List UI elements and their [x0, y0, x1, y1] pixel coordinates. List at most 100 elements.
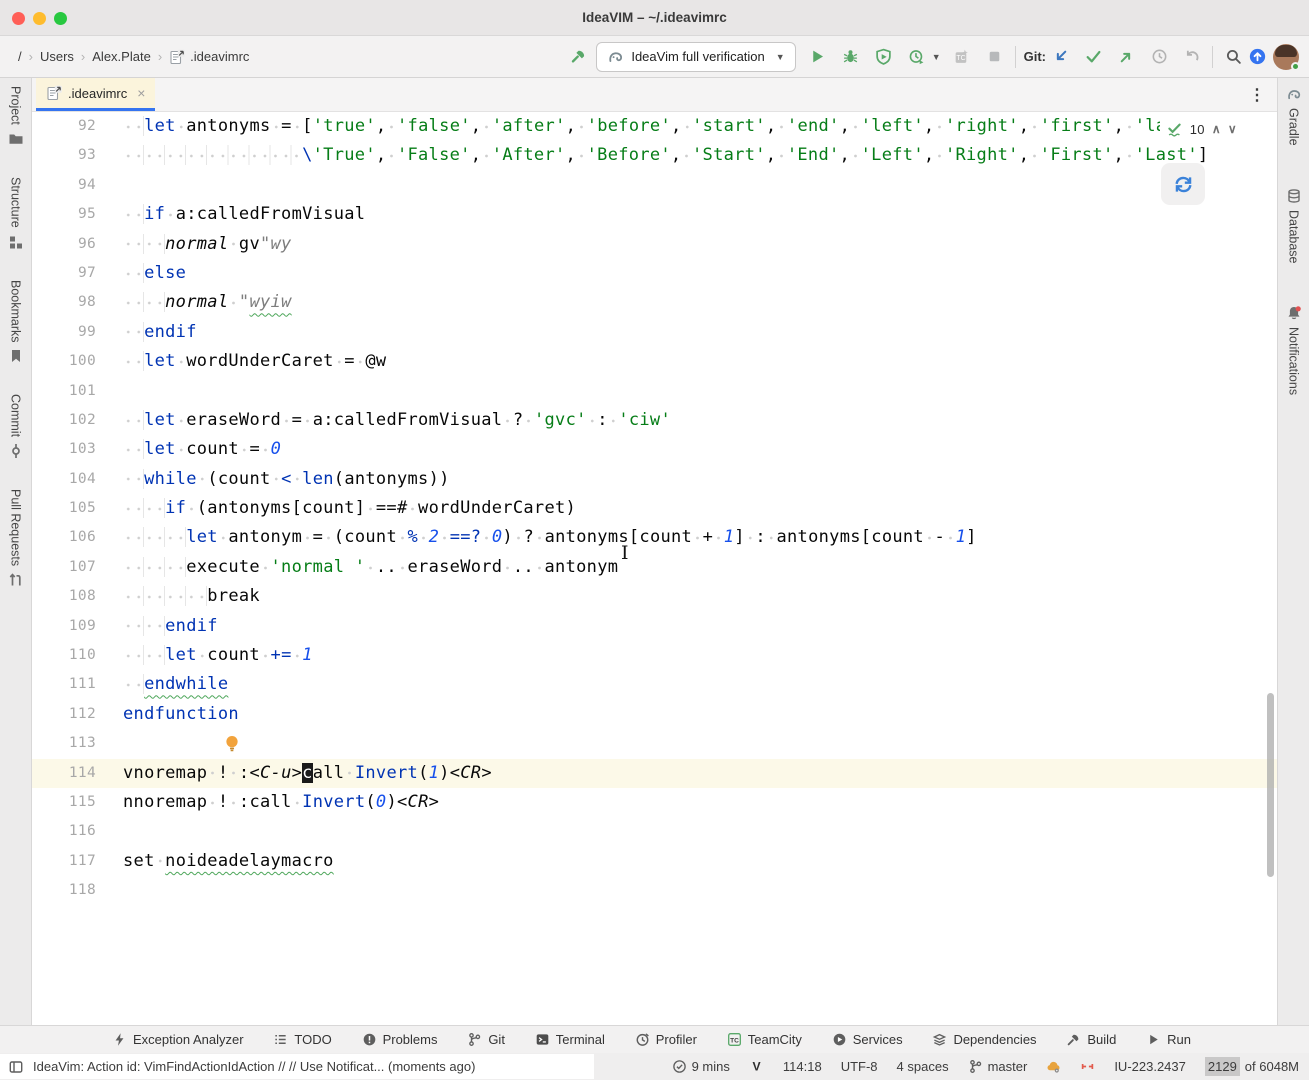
tool-window-button-todo[interactable]: TODO — [273, 1032, 332, 1047]
tool-stripe-button-database[interactable]: Database — [1286, 188, 1302, 263]
status-item-cloud-sync-icon[interactable] — [1046, 1059, 1061, 1074]
line-number[interactable]: 93 — [32, 141, 96, 170]
line-number[interactable]: 98 — [32, 288, 96, 317]
code-line[interactable]: 102 let eraseWord = a:calledFromVisual ?… — [32, 406, 1277, 435]
zoom-window-button[interactable] — [54, 11, 67, 25]
line-number[interactable]: 108 — [32, 582, 96, 611]
status-message-area[interactable]: IdeaVim: Action id: VimFindActionIdActio… — [0, 1054, 594, 1079]
line-number[interactable]: 110 — [32, 641, 96, 670]
code-line[interactable]: 107 execute 'normal ' .. eraseWord .. an… — [32, 553, 1277, 582]
profile-button[interactable] — [905, 45, 929, 69]
code-line[interactable]: 96 normal gv"wy — [32, 230, 1277, 259]
tool-window-button-exception-analyzer[interactable]: Exception Analyzer — [112, 1032, 244, 1047]
close-window-button[interactable] — [12, 11, 25, 25]
code-line[interactable]: 100 let wordUnderCaret = @w — [32, 347, 1277, 376]
line-number[interactable]: 100 — [32, 347, 96, 376]
code-line[interactable]: 98 normal "wyiw — [32, 288, 1277, 317]
tool-stripe-button-gradle[interactable]: Gradle — [1286, 86, 1302, 146]
next-problem-chevron-icon[interactable]: ∨ — [1228, 122, 1237, 136]
tool-window-button-teamcity[interactable]: TC TeamCity — [727, 1032, 802, 1047]
code-line[interactable]: 117 set noideadelaymacro — [32, 847, 1277, 876]
breadcrumb-item[interactable]: .ideavimrc — [169, 49, 249, 65]
line-number[interactable]: 113 — [32, 729, 96, 758]
status-item-iu-223-2437[interactable]: IU-223.2437 — [1114, 1059, 1186, 1074]
code-line[interactable]: 106 let antonym = (count % 2 ==? 0) ? an… — [32, 523, 1277, 552]
line-number[interactable]: 97 — [32, 259, 96, 288]
line-number[interactable]: 92 — [32, 112, 96, 141]
line-number[interactable]: 114 — [32, 759, 96, 788]
line-number[interactable]: 117 — [32, 847, 96, 876]
status-item-9-mins[interactable]: 9 mins — [672, 1059, 730, 1074]
code-line[interactable]: 114 vnoremap ! :<C-u>call Invert(1)<CR> — [32, 758, 1277, 788]
code-line[interactable]: 101 — [32, 377, 1277, 406]
run-configuration-select[interactable]: IdeaVim full verification ▼ — [596, 41, 796, 72]
code-line[interactable]: 118 — [32, 876, 1277, 905]
line-number[interactable]: 103 — [32, 435, 96, 464]
code-line[interactable]: 94 — [32, 171, 1277, 200]
tool-window-button-dependencies[interactable]: Dependencies — [932, 1032, 1037, 1047]
tool-stripe-button-structure[interactable]: Structure — [8, 177, 24, 250]
line-number[interactable]: 115 — [32, 788, 96, 817]
editor-vertical-scrollbar[interactable] — [1267, 693, 1274, 877]
line-number[interactable]: 112 — [32, 700, 96, 729]
code-line[interactable]: 110 let count += 1 — [32, 641, 1277, 670]
tool-stripe-button-pull-requests[interactable]: Pull Requests — [8, 489, 24, 588]
line-number[interactable]: 109 — [32, 612, 96, 641]
breadcrumb-item[interactable]: / — [18, 49, 22, 64]
code-editor[interactable]: 92 let antonyms = ['true', 'false', 'aft… — [32, 112, 1277, 1025]
line-number[interactable]: 105 — [32, 494, 96, 523]
line-number[interactable]: 116 — [32, 817, 96, 846]
ide-update-button[interactable] — [1245, 45, 1269, 69]
intention-bulb-icon[interactable] — [223, 733, 241, 755]
tab-options-kebab-icon[interactable]: ⋮ — [1249, 85, 1265, 105]
status-item-master[interactable]: master — [968, 1059, 1027, 1074]
line-number[interactable]: 107 — [32, 553, 96, 582]
tool-window-button-profiler[interactable]: Profiler — [635, 1032, 697, 1047]
user-avatar[interactable] — [1273, 43, 1300, 71]
code-line[interactable]: 112 endfunction — [32, 700, 1277, 729]
code-line[interactable]: 103 let count = 0 — [32, 435, 1277, 464]
tool-stripe-button-project[interactable]: Project — [8, 86, 24, 147]
minimize-window-button[interactable] — [33, 11, 46, 25]
line-number[interactable]: 111 — [32, 670, 96, 699]
status-item-4-spaces[interactable]: 4 spaces — [897, 1059, 949, 1074]
code-line[interactable]: 108 break — [32, 582, 1277, 611]
breadcrumb-item[interactable]: Users — [40, 49, 74, 64]
status-item-no-wrap-icon[interactable] — [1080, 1059, 1095, 1074]
chevron-down-icon[interactable]: ▼ — [932, 52, 941, 62]
coverage-button[interactable] — [872, 45, 896, 69]
line-number[interactable]: 94 — [32, 171, 96, 200]
code-line[interactable]: 99 endif — [32, 318, 1277, 347]
tab-ideavimrc[interactable]: .ideavimrc × — [36, 78, 156, 111]
tool-stripe-button-bookmarks[interactable]: Bookmarks — [8, 280, 24, 365]
inspection-widget[interactable]: 10 ∧ ∨ — [1159, 116, 1243, 142]
git-update-project-button[interactable] — [1048, 45, 1072, 69]
code-line[interactable]: 105 if (antonyms[count] ==# wordUnderCar… — [32, 494, 1277, 523]
line-number[interactable]: 102 — [32, 406, 96, 435]
tool-window-button-git[interactable]: Git — [467, 1032, 505, 1047]
close-tab-icon[interactable]: × — [137, 85, 145, 101]
line-number[interactable]: 99 — [32, 318, 96, 347]
code-line[interactable]: 95 if a:calledFromVisual — [32, 200, 1277, 229]
build-hammer-green-icon[interactable] — [566, 45, 590, 69]
status-item-114-18[interactable]: 114:18 — [783, 1059, 822, 1074]
status-item-ideavim-icon[interactable]: V — [749, 1059, 764, 1074]
code-line[interactable]: 93 \'True', 'False', 'After', 'Before', … — [32, 141, 1277, 170]
run-button[interactable] — [806, 45, 830, 69]
code-line[interactable]: 92 let antonyms = ['true', 'false', 'aft… — [32, 112, 1277, 141]
line-number[interactable]: 95 — [32, 200, 96, 229]
tool-stripe-button-notifications[interactable]: Notifications — [1286, 305, 1302, 395]
code-line[interactable]: 116 — [32, 817, 1277, 846]
code-line[interactable]: 111 endwhile — [32, 670, 1277, 699]
previous-problem-chevron-icon[interactable]: ∧ — [1212, 122, 1221, 136]
line-number[interactable]: 106 — [32, 523, 96, 552]
breadcrumb-item[interactable]: Alex.Plate — [92, 49, 151, 64]
tool-stripe-button-commit[interactable]: Commit — [8, 394, 24, 459]
tool-window-button-build[interactable]: Build — [1066, 1032, 1116, 1047]
code-line[interactable]: 115 nnoremap ! :call Invert(0)<CR> — [32, 788, 1277, 817]
tool-window-button-terminal[interactable]: Terminal — [535, 1032, 605, 1047]
reload-ideavimrc-button[interactable] — [1161, 163, 1205, 205]
line-number[interactable]: 104 — [32, 465, 96, 494]
memory-indicator[interactable]: 2129 of 6048M — [1204, 1057, 1299, 1076]
tool-window-button-services[interactable]: Services — [832, 1032, 903, 1047]
